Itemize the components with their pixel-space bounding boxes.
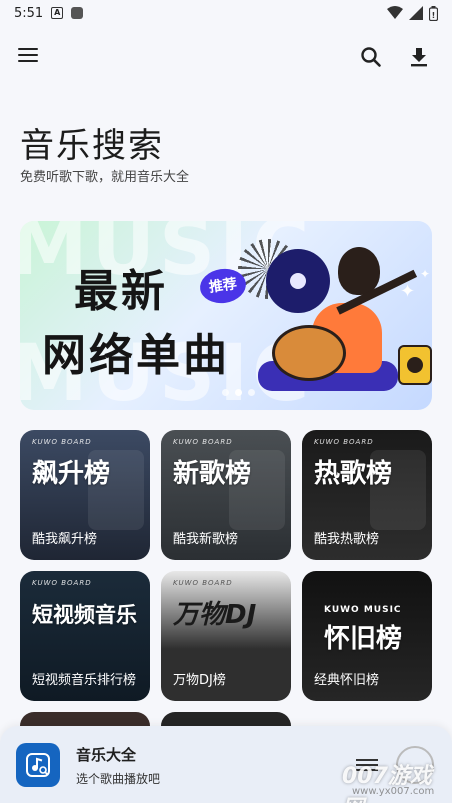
carousel-dot-active[interactable]	[235, 389, 242, 396]
card-caption: 酷我飙升榜	[32, 532, 98, 547]
speaker-icon	[398, 345, 432, 385]
carousel-indicator	[222, 389, 255, 396]
status-time: 5:51	[14, 5, 44, 21]
card-caption: 万物DJ榜	[173, 673, 226, 688]
card-board-label: KUWO BOARD	[314, 438, 374, 446]
notification-app-icon	[71, 7, 84, 19]
card-title: 热歌榜	[314, 459, 393, 489]
notification-a-icon: A	[51, 7, 64, 19]
player-cover	[16, 743, 60, 787]
signal-icon	[409, 6, 423, 20]
chart-card-soaring[interactable]: KUWO BOARD 飙升榜 酷我飙升榜	[20, 430, 150, 560]
app-bar	[0, 36, 452, 76]
battery-icon: !	[429, 5, 438, 21]
banner-headline: 最新	[74, 266, 168, 317]
sparkle-icon: ✦	[400, 281, 416, 302]
player-hint: 选个歌曲播放吧	[76, 772, 161, 786]
carousel-dot[interactable]	[222, 389, 229, 396]
chart-card-short-video[interactable]: KUWO BOARD 短视频音乐 短视频音乐排行榜	[20, 571, 150, 701]
card-board-label: KUWO BOARD	[32, 579, 92, 587]
menu-icon[interactable]	[16, 44, 40, 68]
card-caption: 经典怀旧榜	[314, 673, 380, 688]
page-title: 音乐搜索	[20, 126, 164, 166]
vinyl-disc-icon	[266, 249, 330, 313]
chart-card-dj[interactable]: KUWO BOARD 万物DJ 万物DJ榜	[161, 571, 291, 701]
card-board-label: KUWO BOARD	[32, 438, 92, 446]
card-title: 怀旧榜	[324, 624, 403, 654]
chart-card-new-songs[interactable]: KUWO BOARD 新歌榜 酷我新歌榜	[161, 430, 291, 560]
card-title: 万物DJ	[173, 600, 257, 630]
banner-carousel[interactable]: MUSIC MUSIC 最新 推荐 网络单曲 ✦ ✦	[20, 221, 432, 410]
card-caption: 酷我热歌榜	[314, 532, 380, 547]
card-board-label: KUWO BOARD	[173, 438, 233, 446]
chart-card-hot-songs[interactable]: KUWO BOARD 热歌榜 酷我热歌榜	[302, 430, 432, 560]
card-brand-label: KUWO MUSIC	[324, 605, 402, 615]
search-icon[interactable]	[358, 44, 384, 70]
card-caption: 酷我新歌榜	[173, 532, 239, 547]
status-bar: 5:51 A !	[0, 0, 452, 26]
card-caption: 短视频音乐排行榜	[32, 673, 137, 688]
download-icon[interactable]	[406, 44, 432, 70]
card-title: 新歌榜	[173, 459, 252, 489]
card-board-label: KUWO BOARD	[173, 579, 233, 587]
chart-card-nostalgia[interactable]: KUWO MUSIC 怀旧榜 经典怀旧榜	[302, 571, 432, 701]
sparkle-icon: ✦	[420, 267, 431, 281]
player-title: 音乐大全	[76, 746, 137, 764]
guitar-icon	[272, 325, 346, 381]
page-subtitle: 免费听歌下歌，就用音乐大全	[20, 170, 190, 185]
banner-headline-2: 网络单曲	[42, 330, 230, 381]
watermark-url: www.yx007.com	[352, 786, 435, 797]
carousel-dot[interactable]	[248, 389, 255, 396]
music-search-icon	[26, 753, 50, 777]
card-title: 短视频音乐	[32, 603, 137, 627]
svg-text:!: !	[432, 11, 436, 20]
card-title: 飙升榜	[32, 459, 111, 489]
wifi-icon	[387, 6, 403, 19]
